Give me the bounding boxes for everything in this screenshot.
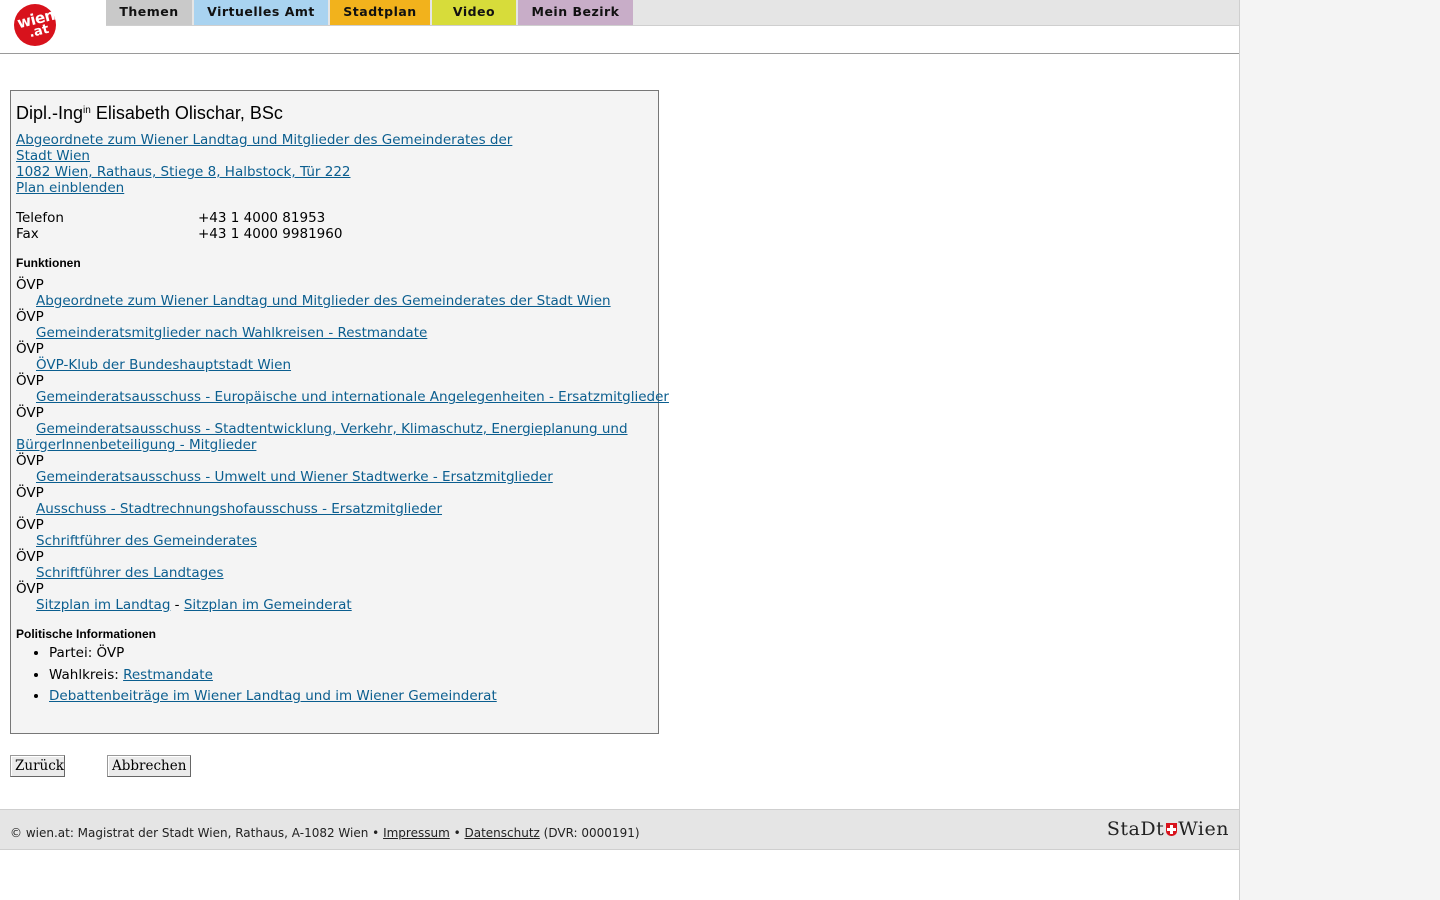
fax-label: Fax [16, 226, 39, 242]
function-link[interactable]: ÖVP-Klub der Bundeshauptstadt Wien [36, 357, 291, 373]
seating-plan-landtag-link[interactable]: Sitzplan im Landtag [36, 597, 170, 613]
district-label: Wahlkreis: [49, 666, 124, 683]
party-label: ÖVP [16, 453, 44, 469]
party-label: ÖVP [16, 517, 44, 533]
party-label: ÖVP [16, 309, 44, 325]
party-label: ÖVP [16, 373, 44, 389]
list-item: Partei: ÖVP [49, 643, 497, 665]
seating-separator: - [170, 597, 184, 613]
function-link[interactable]: Gemeinderatsausschuss - Stadtentwicklung… [36, 421, 628, 437]
dvr-text: (DVR: 0000191) [539, 826, 640, 840]
party-info-label: Partei: [49, 645, 97, 661]
function-link[interactable]: Schriftführer des Gemeinderates [36, 533, 257, 549]
list-item: Wahlkreis: Restmandate [49, 665, 497, 687]
address-link[interactable]: 1082 Wien, Rathaus, Stiege 8, Halbstock,… [16, 164, 351, 180]
tab-mein-bezirk[interactable]: Mein Bezirk [518, 0, 633, 25]
party-info-value: ÖVP [96, 645, 125, 661]
party-label: ÖVP [16, 549, 44, 565]
function-link[interactable]: Gemeinderatsausschuss - Umwelt und Wiene… [36, 469, 553, 485]
back-button[interactable]: Zurück [10, 755, 65, 777]
footer-bullet: • [449, 826, 465, 840]
tab-video[interactable]: Video [432, 0, 516, 25]
main-nav: Themen Virtuelles Amt Stadtplan Video Me… [106, 0, 1239, 26]
brand-right: Wien [1178, 818, 1229, 840]
political-info-heading: Politische Informationen [16, 627, 157, 641]
org-link-line1[interactable]: Abgeordnete zum Wiener Landtag und Mitgl… [16, 132, 512, 148]
district-link[interactable]: Restmandate [123, 667, 213, 683]
footer-text: © wien.at: Magistrat der Stadt Wien, Rat… [10, 826, 640, 840]
function-link[interactable]: Ausschuss - Stadtrechnungshofausschuss -… [36, 501, 442, 517]
datenschutz-link[interactable]: Datenschutz [464, 826, 539, 840]
debates-link[interactable]: Debattenbeiträge im Wiener Landtag und i… [49, 688, 497, 704]
tab-themen[interactable]: Themen [106, 0, 192, 25]
function-link-continued[interactable]: BürgerInnenbeteiligung - Mitglieder [16, 437, 256, 453]
function-link[interactable]: Schriftführer des Landtages [36, 565, 224, 581]
vienna-shield-icon [1166, 823, 1178, 836]
list-item: Debattenbeiträge im Wiener Landtag und i… [49, 686, 497, 708]
title-sup: in [83, 105, 91, 116]
phone-number: +43 1 4000 81953 [198, 210, 326, 226]
copyright-text: © wien.at: Magistrat der Stadt Wien, Rat… [10, 826, 384, 840]
cancel-button[interactable]: Abbrechen [107, 755, 191, 777]
contact-card: Dipl.-Ingin Elisabeth Olischar, BSc Abge… [10, 90, 669, 734]
function-link[interactable]: Gemeinderatsmitglieder nach Wahlkreisen … [36, 325, 427, 341]
political-info-list: Partei: ÖVP Wahlkreis: Restmandate Debat… [16, 643, 497, 708]
fax-number: +43 1 4000 9981960 [198, 226, 343, 242]
party-label: ÖVP [16, 581, 44, 597]
function-link[interactable]: Gemeinderatsausschuss - Europäische und … [36, 389, 669, 405]
tab-virtuelles-amt[interactable]: Virtuelles Amt [194, 0, 328, 25]
person-name: Dipl.-Ingin Elisabeth Olischar, BSc [16, 103, 283, 124]
party-label: ÖVP [16, 485, 44, 501]
wien-at-logo[interactable]: wien .at [14, 4, 56, 46]
seating-plans: Sitzplan im Landtag - Sitzplan im Gemein… [36, 597, 352, 613]
party-label: ÖVP [16, 277, 44, 293]
footer: © wien.at: Magistrat der Stadt Wien, Rat… [0, 809, 1239, 850]
party-label: ÖVP [16, 341, 44, 357]
show-map-link[interactable]: Plan einblenden [16, 180, 124, 196]
phone-label: Telefon [16, 210, 64, 226]
tab-stadtplan[interactable]: Stadtplan [330, 0, 430, 25]
party-label: ÖVP [16, 405, 44, 421]
header: wien .at Themen Virtuelles Amt Stadtplan… [0, 0, 1239, 54]
name-text: Elisabeth Olischar, BSc [90, 103, 283, 123]
seating-plan-gemeinderat-link[interactable]: Sitzplan im Gemeinderat [184, 597, 352, 613]
stadt-wien-logo[interactable]: StaDt Wien [1107, 818, 1229, 840]
impressum-link[interactable]: Impressum [383, 826, 450, 840]
page: wien .at Themen Virtuelles Amt Stadtplan… [0, 0, 1240, 900]
functions-heading: Funktionen [16, 256, 81, 270]
org-link-line2[interactable]: Stadt Wien [16, 148, 90, 164]
logo-text-at: .at [27, 21, 51, 42]
function-link[interactable]: Abgeordnete zum Wiener Landtag und Mitgl… [36, 293, 611, 309]
brand-left: StaDt [1106, 818, 1165, 840]
title-prefix: Dipl.-Ing [16, 103, 84, 123]
